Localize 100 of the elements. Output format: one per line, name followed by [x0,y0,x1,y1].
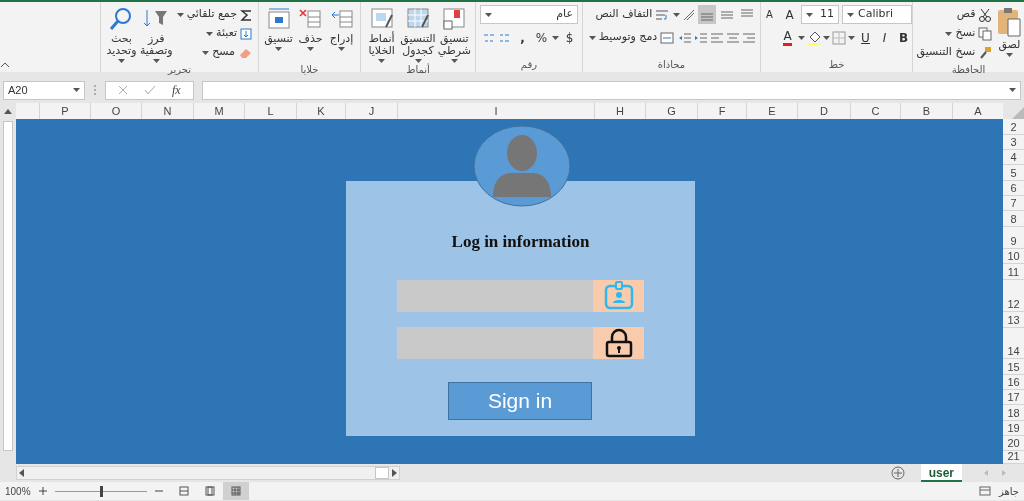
caret-icon [338,47,345,51]
row-header[interactable]: 9 [1003,227,1024,249]
row-header[interactable]: 4 [1003,150,1024,165]
caret-icon [378,59,386,63]
tab-right-icon [1000,469,1008,477]
fill-down-icon [240,27,252,40]
avatar-icon [473,125,571,207]
caret-icon [275,47,282,51]
row-header[interactable]: 18 [1003,405,1024,421]
column-header[interactable]: K [296,103,345,119]
fill-button[interactable]: تعبئة [204,24,254,43]
format-as-table-button[interactable]: التنسيق كجدول [400,5,436,63]
row-header[interactable]: 10 [1003,249,1024,264]
column-header[interactable]: E [746,103,797,119]
row-header[interactable]: 19 [1003,421,1024,436]
row-header[interactable]: 7 [1003,196,1024,211]
format-painter-button[interactable]: نسخ التنسيق [914,43,995,62]
column-header[interactable]: A [952,103,1003,119]
comma-button[interactable]: , [514,28,531,47]
decimal-increase-icon [498,31,512,44]
column-header[interactable]: F [697,103,746,119]
font-color-button[interactable]: A [779,28,796,47]
zoom-level[interactable]: 100% [5,483,31,499]
column-header[interactable]: L [244,103,296,119]
check-icon [144,85,156,95]
cut-button[interactable]: قص [954,5,995,24]
zoom-slider-thumb[interactable] [99,485,103,497]
caret-icon [823,35,830,40]
find-select-button[interactable]: بحث وتحديد [105,5,138,63]
column-header[interactable]: D [797,103,850,119]
delete-cells-button[interactable]: حذف [295,5,325,63]
percent-button[interactable]: % [533,28,550,47]
row-header[interactable]: 11 [1003,264,1024,280]
view-button[interactable] [222,482,249,500]
cell-styles-button[interactable]: أنماط الخلايا [365,5,399,63]
column-header[interactable]: J [345,103,397,119]
column-header[interactable]: P [39,103,90,119]
zoom-out-icon [154,487,163,495]
copy-button[interactable]: نسخ [943,24,995,43]
column-header[interactable]: C [850,103,900,119]
column-header[interactable]: O [90,103,141,119]
merge-center-button[interactable]: دمج وتوسيط [586,28,677,47]
bold-button[interactable]: B [895,28,912,47]
conditional-format-button[interactable]: تنسيق شرطي [437,5,471,63]
column-header[interactable]: B [900,103,952,119]
sigma-icon [240,8,252,21]
column-header[interactable]: G [645,103,697,119]
caret-icon [117,59,125,63]
align-left-icon [710,31,725,44]
caret-icon [1005,53,1013,57]
zoom-slider[interactable] [54,485,147,497]
sheet-tab[interactable]: user [920,464,962,482]
align-center-icon [726,31,741,44]
fill-bucket-icon [807,30,821,45]
row-header[interactable]: 13 [1003,312,1024,328]
insert-cells-button[interactable]: إدراج [327,5,356,63]
column-header[interactable]: N [141,103,193,119]
row-header[interactable]: 17 [1003,390,1024,405]
align-right-icon [742,31,757,44]
input-field[interactable] [397,280,593,312]
clear-button[interactable]: مسح [200,43,254,62]
row-header[interactable]: 3 [1003,135,1024,150]
sort-filter-button[interactable]: فرز وتصفية [139,5,173,63]
row-header[interactable]: 15 [1003,359,1024,375]
scrollbar-thumb[interactable] [375,467,389,479]
row-header[interactable]: 16 [1003,375,1024,390]
row-header[interactable]: 6 [1003,181,1024,196]
add-sheet-icon [890,466,905,480]
currency-button[interactable]: $ [561,28,578,47]
underline-button[interactable]: U [857,28,874,47]
row-header[interactable]: 14 [1003,328,1024,359]
row-header[interactable]: 8 [1003,211,1024,227]
zoom-in-icon [38,487,47,495]
row-header[interactable]: 12 [1003,280,1024,312]
formula-input[interactable] [201,80,1021,100]
horizontal-scrollbar[interactable] [16,466,400,480]
eraser-icon [238,46,252,59]
paste-button[interactable]: لصق [996,5,1023,63]
column-header[interactable]: M [193,103,244,119]
page-layout-icon [204,486,215,496]
input-field[interactable] [397,327,593,359]
shrink-font-button[interactable]: A [761,5,778,24]
grow-font-button[interactable]: A [781,5,798,24]
insert-function-button[interactable]: fx [172,81,181,99]
format-cells-button[interactable]: تنسيق [263,5,294,63]
scroll-up-icon [3,107,13,115]
font-size-field[interactable]: 11 [801,5,839,24]
column-header[interactable]: H [594,103,645,119]
row-header[interactable]: 20 [1003,436,1024,451]
font-name-field[interactable]: Calibri [842,5,912,24]
column-header[interactable]: I [397,103,594,119]
number-format-dropdown[interactable]: عام [480,5,578,24]
name-box[interactable]: A20 [3,80,85,100]
merge-cells-icon [660,31,675,44]
italic-button[interactable]: I [876,28,893,47]
row-header[interactable]: 2 [1003,119,1024,135]
vertical-align-button[interactable] [698,5,717,24]
row-header[interactable]: 5 [1003,165,1024,181]
wrap-text-button[interactable]: التفاف النص [593,5,672,24]
autosum-button[interactable]: جمع تلقائي [174,5,254,24]
